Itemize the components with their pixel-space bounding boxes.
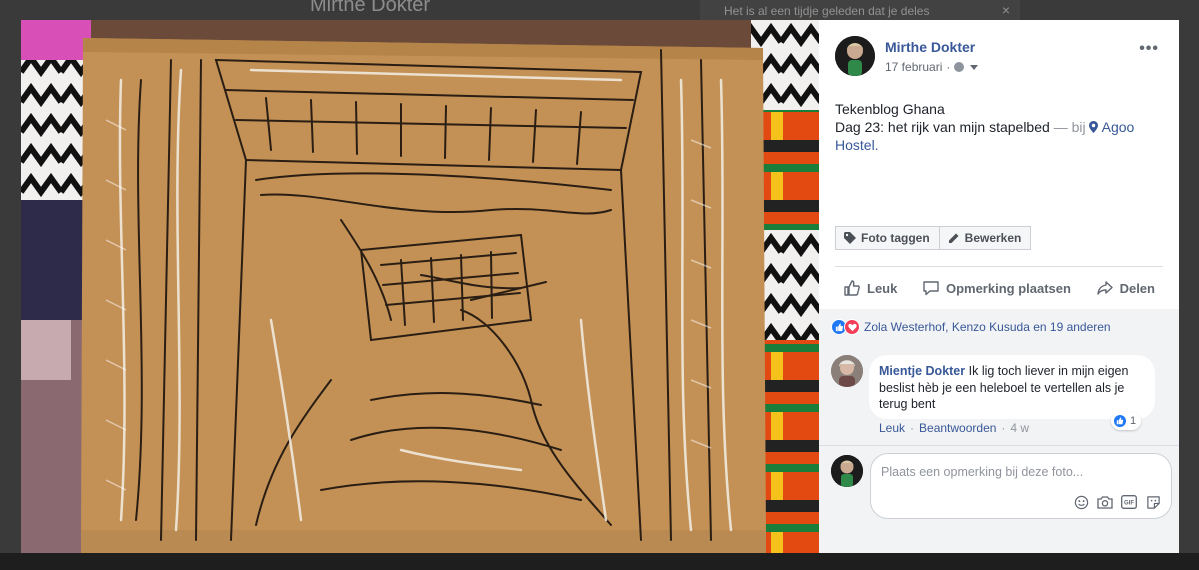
like-button[interactable]: Leuk <box>843 279 897 297</box>
comment-like-count: 1 <box>1130 415 1137 427</box>
chevron-down-icon[interactable] <box>970 64 979 70</box>
comment-age[interactable]: 4 w <box>1010 421 1029 435</box>
post-sidebar: Mirthe Dokter 17 februari · ••• Tekenblo… <box>819 20 1179 553</box>
comment-actions: Leuk · Beantwoorden · 4 w <box>879 421 1029 435</box>
caption-line-2: Dag 23: het rijk van mijn stapelbed — bi… <box>835 118 1165 154</box>
love-icon <box>844 319 860 335</box>
reactions-names: Zola Westerhof, Kenzo Kusuda en 19 ander… <box>864 320 1111 334</box>
comment-icon <box>923 281 939 296</box>
comment-label: Opmerking plaatsen <box>945 280 1071 296</box>
tag-photo-label: Foto taggen <box>861 231 930 245</box>
actions-divider-top <box>835 266 1163 267</box>
edit-label: Bewerken <box>964 231 1022 245</box>
background-strip <box>0 553 1199 570</box>
background-title: Mirthe Dokter <box>310 0 431 16</box>
gif-icon[interactable]: GIF <box>1121 494 1137 510</box>
location-separator: — bij <box>1053 119 1086 135</box>
composer-divider <box>819 445 1179 446</box>
composer-tools: GIF <box>1073 494 1161 510</box>
pencil-icon <box>948 233 959 243</box>
post-photo[interactable] <box>21 20 819 553</box>
post-header: Mirthe Dokter 17 februari · ••• <box>835 36 1165 80</box>
camera-icon[interactable] <box>1097 494 1113 510</box>
gif-text: GIF <box>1124 501 1134 507</box>
post-meta: 17 februari · <box>885 60 979 74</box>
emoji-icon[interactable] <box>1073 494 1089 510</box>
share-button[interactable]: Delen <box>1096 279 1155 297</box>
location-pin-icon <box>1089 121 1099 133</box>
comment-bubble: Mientje Dokter Ik lig toch liever in mij… <box>869 355 1155 419</box>
comment-reply-link[interactable]: Beantwoorden <box>919 421 996 435</box>
post-actions: Leuk Opmerking plaatsen Delen <box>835 272 1163 304</box>
comment-button[interactable]: Opmerking plaatsen <box>922 279 1071 297</box>
comment-like-icon <box>1113 414 1127 428</box>
background-notice-text: Het is al een tijdje geleden dat je dele… <box>724 4 930 18</box>
reactions-summary[interactable]: Zola Westerhof, Kenzo Kusuda en 19 ander… <box>831 319 1111 335</box>
photo-action-bar: Foto taggen Bewerken <box>835 226 1032 250</box>
composer-avatar-image <box>831 455 863 487</box>
comment-input[interactable] <box>881 465 1161 479</box>
more-options-icon[interactable]: ••• <box>1139 40 1159 58</box>
comment-author[interactable]: Mientje Dokter <box>879 364 965 378</box>
caption-text: Dag 23: het rijk van mijn stapelbed <box>835 119 1050 135</box>
share-label: Delen <box>1119 280 1155 296</box>
meta-separator: · <box>946 60 951 74</box>
post-caption: Tekenblog Ghana Dag 23: het rijk van mij… <box>835 100 1165 154</box>
share-icon <box>1096 281 1113 295</box>
like-label: Leuk <box>867 280 898 296</box>
composer-avatar <box>831 455 863 487</box>
comment-like-link[interactable]: Leuk <box>879 421 905 435</box>
author-avatar-image <box>835 36 875 76</box>
edit-button[interactable]: Bewerken <box>939 226 1032 250</box>
caption-line-1: Tekenblog Ghana <box>835 101 945 117</box>
comments-area: Zola Westerhof, Kenzo Kusuda en 19 ander… <box>819 309 1179 553</box>
comment-composer: GIF <box>870 453 1172 519</box>
post-date[interactable]: 17 februari <box>885 60 942 74</box>
comment-actions-separator: · <box>910 421 915 435</box>
thumbs-up-icon <box>844 280 860 296</box>
comment-reaction-count[interactable]: 1 <box>1111 412 1142 430</box>
notice-close-icon[interactable]: × <box>1002 2 1010 18</box>
reaction-icons <box>831 319 860 335</box>
commenter-avatar-image <box>831 355 863 387</box>
comment-age-separator: · <box>1001 421 1006 435</box>
commenter-avatar[interactable] <box>831 355 863 387</box>
tag-photo-button[interactable]: Foto taggen <box>835 226 940 250</box>
background-notice: Het is al een tijdje geleden dat je dele… <box>700 0 1020 20</box>
post-author[interactable]: Mirthe Dokter <box>885 39 975 55</box>
globe-icon[interactable] <box>954 62 965 72</box>
sticker-icon[interactable] <box>1145 494 1161 510</box>
photo-drawing <box>21 20 819 553</box>
author-avatar[interactable] <box>835 36 875 76</box>
tag-icon <box>844 232 856 244</box>
